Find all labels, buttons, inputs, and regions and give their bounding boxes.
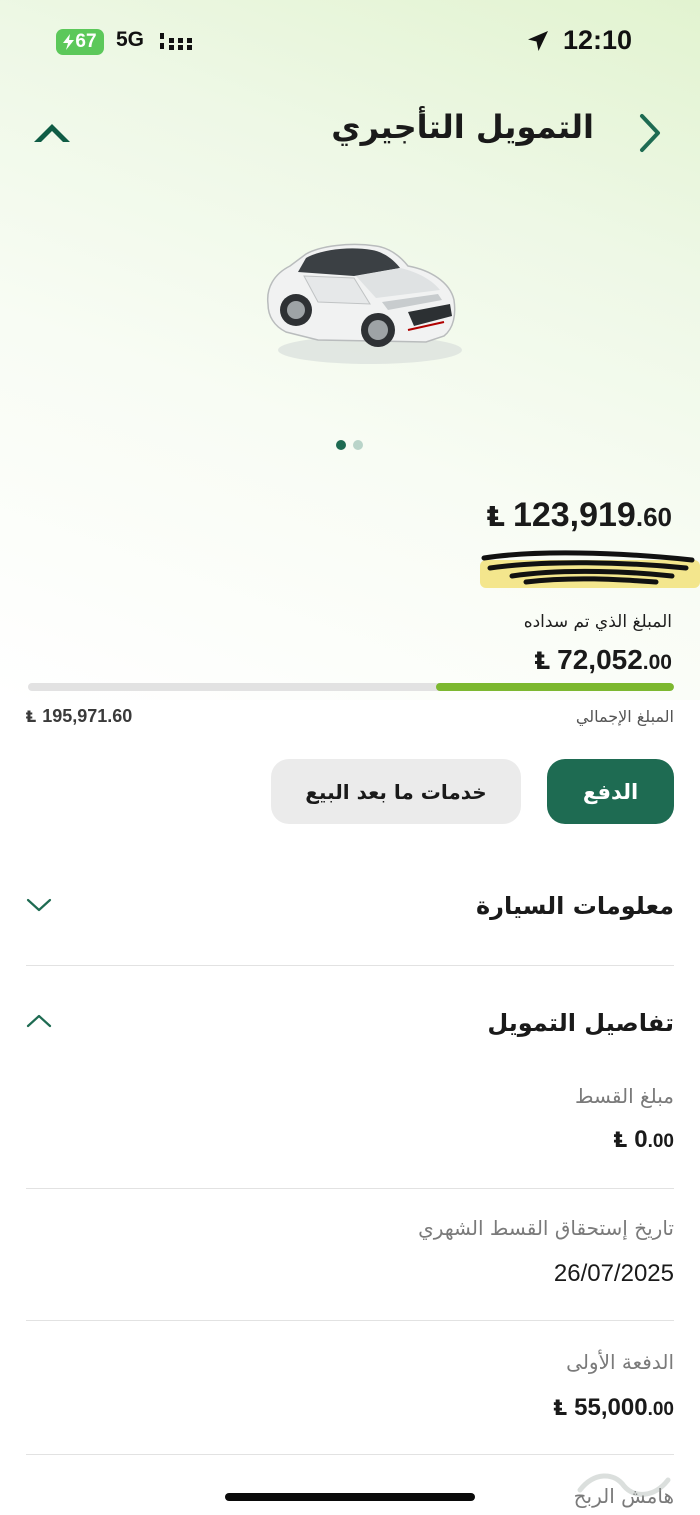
down-payment-integer: 55,000 [574, 1394, 648, 1421]
pay-button[interactable]: الدفع [547, 759, 674, 824]
total-amount-value: 195,971.60 [42, 706, 133, 726]
installment-amount-decimal: .00 [647, 1131, 674, 1152]
cellular-signal-icon [160, 33, 192, 50]
divider [26, 1320, 674, 1321]
down-payment-decimal: .00 [647, 1399, 674, 1420]
carousel-pagination [336, 440, 363, 450]
installment-amount: Ⱡ︎ 0.00 [614, 1126, 674, 1154]
watermark-logo [577, 1473, 671, 1497]
down-payment-label: الدفعة الأولى [566, 1350, 674, 1374]
paid-amount-decimal: .00 [642, 651, 672, 674]
divider [26, 1454, 674, 1455]
payment-progress-fill [436, 683, 674, 691]
divider [26, 965, 674, 966]
riyal-currency-icon: Ⱡ︎ [613, 1128, 628, 1152]
riyal-currency-icon: Ⱡ︎ [487, 500, 505, 533]
riyal-currency-icon: Ⱡ︎ [553, 1396, 568, 1420]
paid-amount: Ⱡ︎ 72,052.00 [535, 644, 672, 676]
network-type: 5G [116, 28, 145, 51]
location-arrow-icon [528, 31, 548, 51]
installment-amount-integer: 0 [634, 1126, 648, 1153]
remaining-amount-decimal: .60 [635, 502, 672, 532]
car-image [266, 243, 462, 364]
divider [26, 1188, 674, 1189]
battery-indicator: 67 [56, 29, 104, 55]
carousel-dot[interactable] [353, 440, 363, 450]
battery-level: 67 [75, 31, 97, 52]
back-chevron-icon[interactable] [634, 112, 666, 154]
paid-amount-integer: 72,052 [557, 644, 643, 675]
finance-details-section-title[interactable]: تفاصيل التمويل [487, 1009, 674, 1037]
chevron-down-icon[interactable] [26, 896, 52, 914]
due-date-value: 26/07/2025 [553, 1260, 674, 1287]
clock: 12:10 [562, 25, 632, 55]
page-title: التمويل التأجيري [331, 108, 594, 146]
carousel-dot-active[interactable] [336, 440, 346, 450]
riyal-currency-icon: Ⱡ︎ [26, 707, 37, 726]
due-date-label: تاريخ إستحقاق القسط الشهري [418, 1216, 674, 1240]
after-sales-services-button[interactable]: خدمات ما بعد البيع [271, 759, 521, 824]
total-amount: Ⱡ︎ 195,971.60 [26, 706, 132, 727]
home-indicator [225, 1493, 475, 1501]
redaction-scribble [480, 550, 700, 588]
paid-amount-label: المبلغ الذي تم سداده [523, 612, 672, 632]
car-info-section-title[interactable]: معلومات السيارة [476, 892, 674, 920]
riyal-currency-icon: Ⱡ︎ [534, 647, 551, 675]
remaining-amount: Ⱡ︎ 123,919.60 [487, 496, 672, 535]
total-amount-label: المبلغ الإجمالي [575, 707, 674, 726]
down-payment-amount: Ⱡ︎ 55,000.00 [554, 1394, 674, 1422]
charging-bolt-icon [63, 34, 75, 50]
remaining-amount-integer: 123,919 [512, 496, 636, 534]
collapse-chevron-up-icon[interactable] [30, 116, 74, 150]
status-bar: 67 5G 12:10 [0, 0, 700, 90]
payment-progress-bar [28, 683, 674, 691]
installment-amount-label: مبلغ القسط [575, 1084, 674, 1108]
chevron-up-icon[interactable] [26, 1012, 52, 1030]
